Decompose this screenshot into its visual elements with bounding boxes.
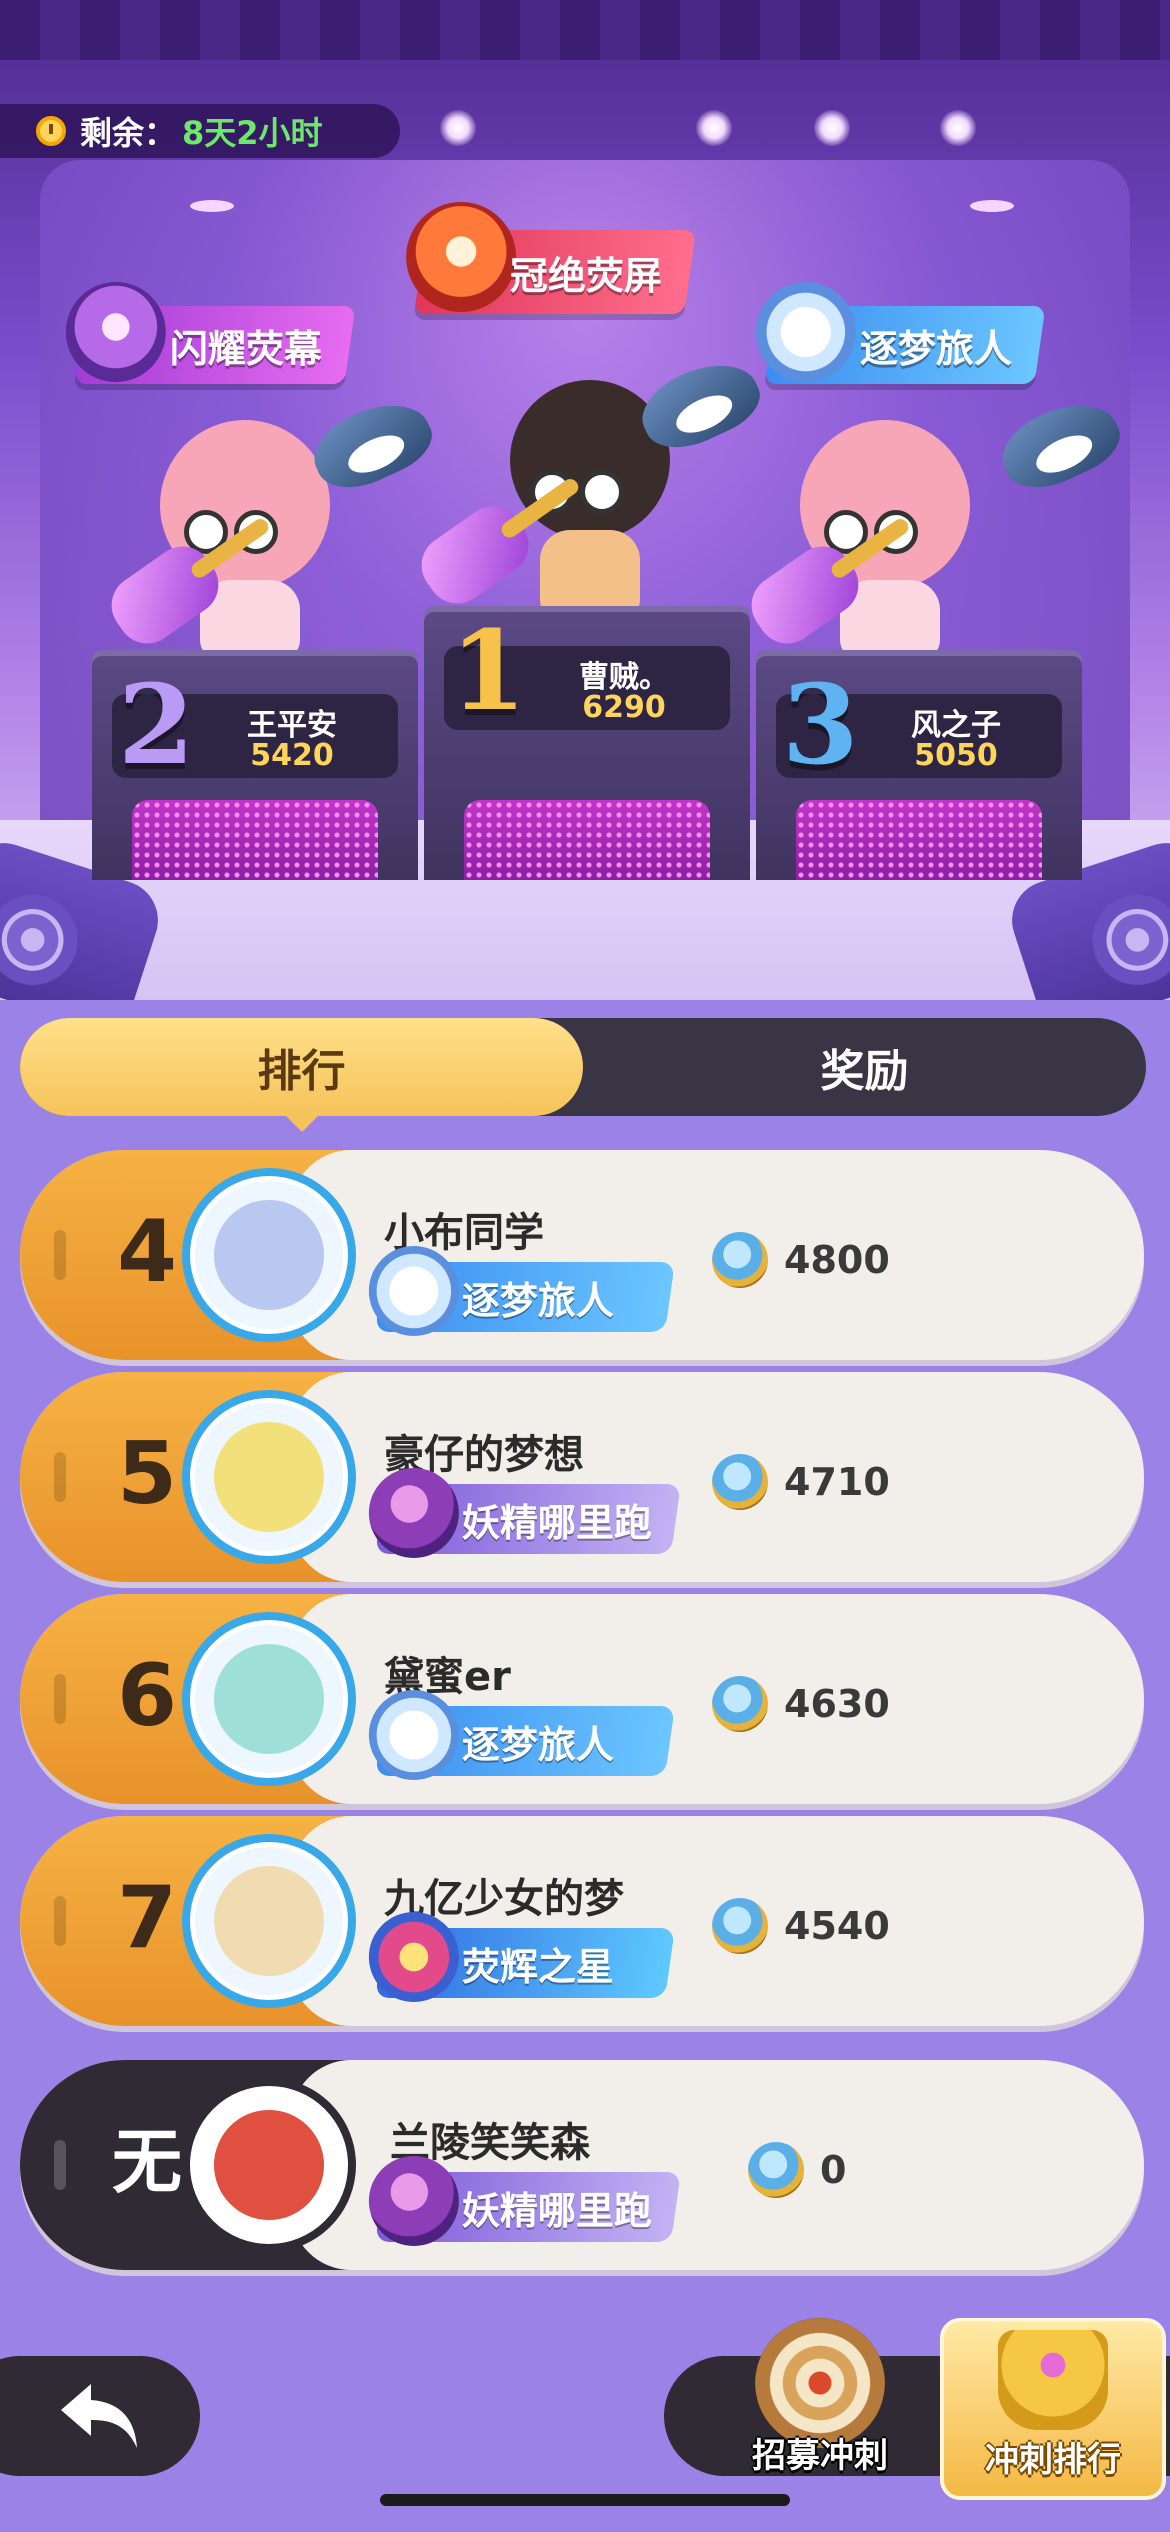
spotlight: [970, 200, 1014, 212]
back-button[interactable]: [0, 2356, 200, 2476]
fairy-chase-icon: [368, 2156, 459, 2246]
spotlight: [940, 110, 976, 146]
podium-grill: [464, 800, 710, 880]
ranking-row[interactable]: 7 九亿少女的梦 荧辉之星 4540: [20, 1816, 1144, 2026]
dream-traveler-icon: [368, 1246, 459, 1336]
ranking-row[interactable]: 6 黛蜜er 逐梦旅人 4630: [20, 1594, 1144, 1804]
dream-traveler-icon: [368, 1690, 459, 1780]
coin-icon: [712, 1232, 768, 1288]
podium-score: 6290: [582, 690, 666, 725]
ranking-row[interactable]: 5 豪仔的梦想 妖精哪里跑 4710: [20, 1372, 1144, 1582]
title-tag: 逐梦旅人: [368, 1246, 675, 1336]
avatar[interactable]: [182, 1390, 356, 1564]
podium-second[interactable]: 2 王平安 5420: [92, 650, 418, 880]
coin-icon: [748, 2142, 804, 2198]
title-ribbon-second: 闪耀荧幕: [65, 282, 356, 384]
podium-rank: 3: [782, 660, 859, 789]
ranking-row[interactable]: 4 小布同学 逐梦旅人 4800: [20, 1150, 1144, 1360]
podium-third[interactable]: 3 风之子 5050: [756, 650, 1082, 880]
player-score: 4710: [784, 1460, 890, 1504]
podium-score: 5420: [250, 738, 334, 773]
sprint-ranking-button[interactable]: 冲刺排行: [940, 2318, 1166, 2500]
trophy-icon: [998, 2330, 1108, 2430]
fairy-chase-icon: [368, 1468, 459, 1558]
tab-rewards[interactable]: 奖励: [583, 1018, 1146, 1116]
time-remaining-value: 8天2小时: [182, 114, 323, 152]
radiant-star-icon: [368, 1912, 459, 2002]
flame-emblem-icon: [406, 202, 517, 312]
spotlight: [190, 200, 234, 212]
title-ribbon-third: 逐梦旅人: [755, 282, 1046, 384]
avatar[interactable]: [182, 1168, 356, 1342]
title-tag: 妖精哪里跑: [368, 2156, 681, 2246]
title-tag: 荧辉之星: [368, 1912, 675, 2002]
player-score: 4630: [784, 1682, 890, 1726]
home-indicator[interactable]: [380, 2494, 790, 2506]
time-remaining: 剩余： 8天2小时: [0, 104, 400, 158]
title-tag: 妖精哪里跑: [368, 1468, 681, 1558]
coin-icon: [712, 1676, 768, 1732]
cloud-sheep-icon: [755, 282, 856, 382]
time-remaining-label: 剩余：: [80, 114, 177, 152]
tab-bar: 排行 奖励: [20, 1018, 1146, 1132]
owl-emblem-icon: [65, 282, 166, 382]
spotlight: [814, 110, 850, 146]
spotlight: [696, 110, 732, 146]
player-score: 0: [820, 2148, 847, 2192]
podium-grill: [796, 800, 1042, 880]
avatar[interactable]: [182, 2078, 356, 2252]
avatar[interactable]: [182, 1612, 356, 1786]
podium-rank: 2: [118, 660, 195, 789]
podium-score: 5050: [914, 738, 998, 773]
player-score: 4540: [784, 1904, 890, 1948]
clock-icon: [36, 116, 66, 146]
stage-curtain: [0, 0, 1170, 60]
coin-icon: [712, 1898, 768, 1954]
avatar[interactable]: [182, 1834, 356, 2008]
player-score: 4800: [784, 1238, 890, 1282]
spotlight: [440, 110, 476, 146]
recruit-sprint-button[interactable]: 招募冲刺: [730, 2318, 910, 2477]
title-tag: 逐梦旅人: [368, 1690, 675, 1780]
podium-grill: [132, 800, 378, 880]
title-ribbon-first: 冠绝荧屏: [406, 202, 696, 314]
tab-ranking[interactable]: 排行: [20, 1018, 583, 1132]
podium-first[interactable]: 1 曹贼。 6290: [424, 606, 750, 880]
podium-rank: 1: [450, 606, 527, 735]
my-ranking-row[interactable]: 无 兰陵笑笑森 妖精哪里跑 0: [20, 2060, 1144, 2270]
back-arrow-icon: [61, 2384, 137, 2448]
coin-icon: [712, 1454, 768, 1510]
